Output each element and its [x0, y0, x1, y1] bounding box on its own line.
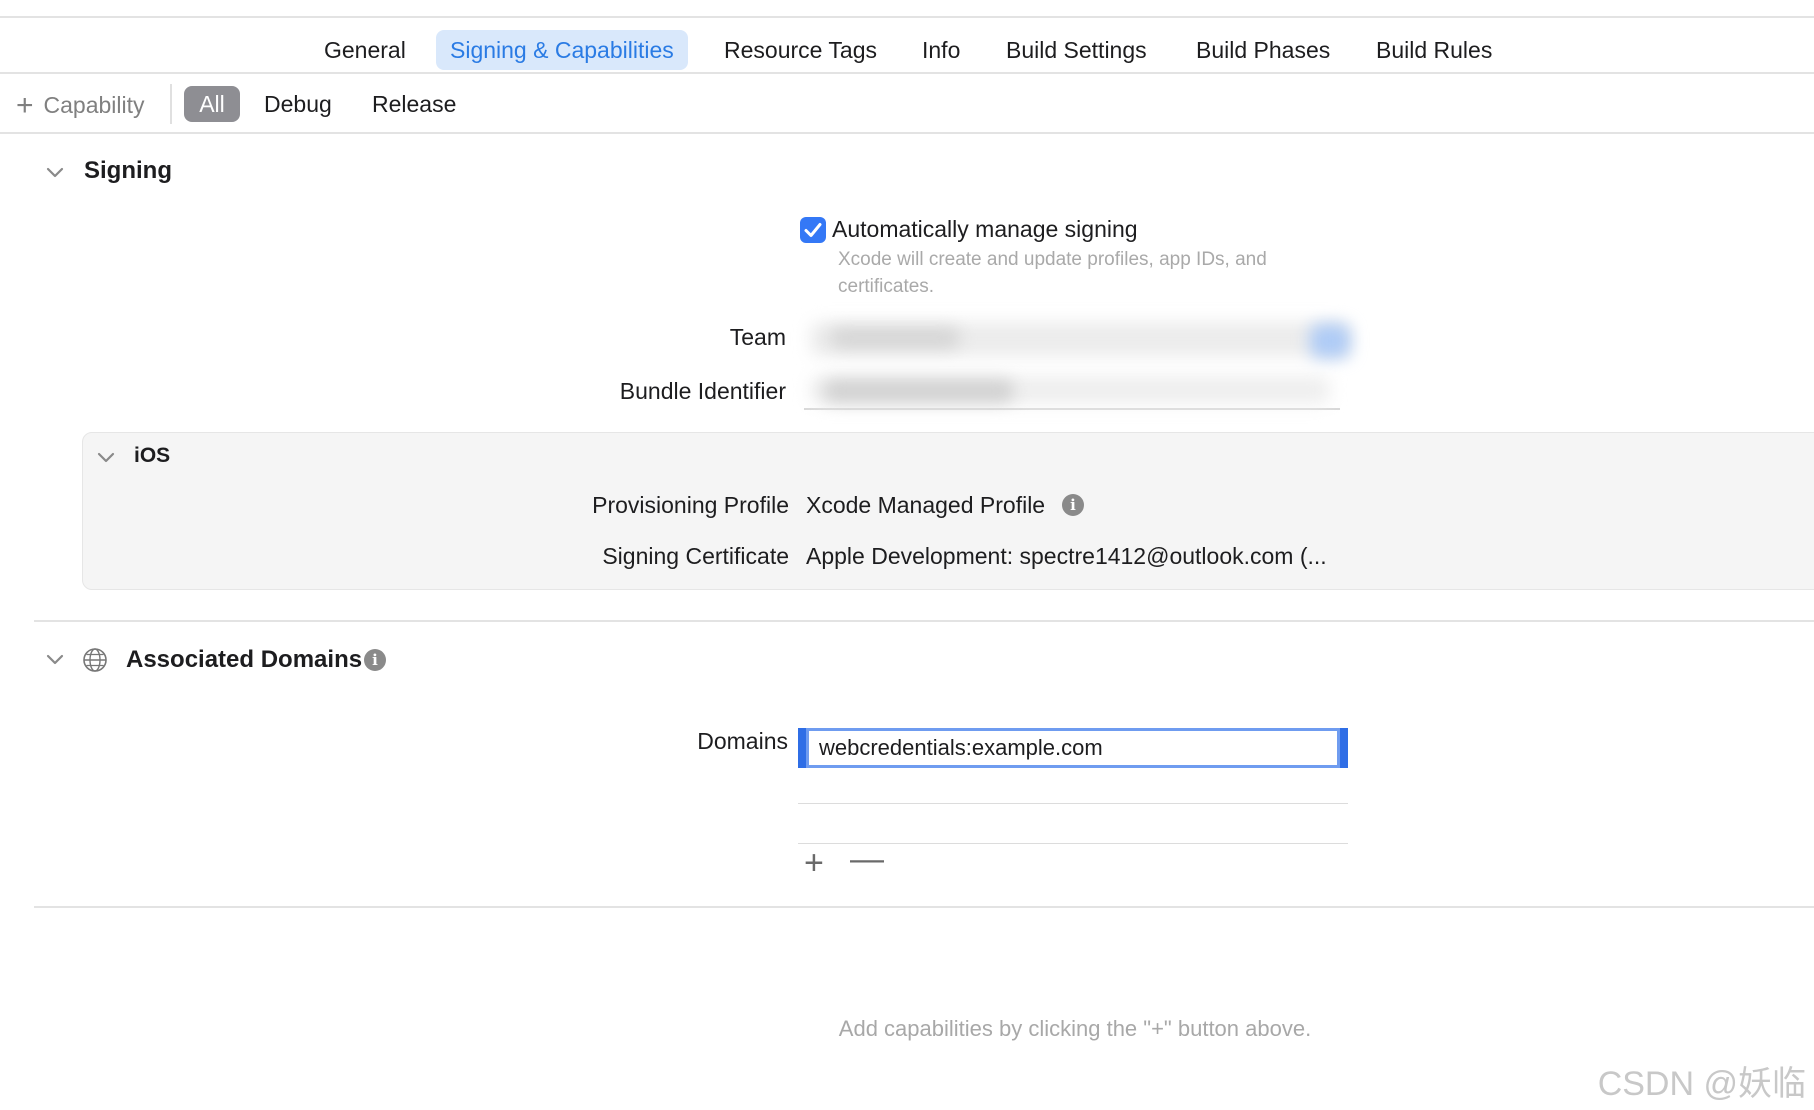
- signing-section-title: Signing: [84, 157, 172, 184]
- info-icon[interactable]: i: [1062, 494, 1084, 516]
- tab-general[interactable]: General: [310, 30, 420, 70]
- auto-manage-hint-line1: Xcode will create and update profiles, a…: [838, 249, 1267, 270]
- tab-build-settings[interactable]: Build Settings: [992, 30, 1161, 70]
- section-divider: [34, 906, 1814, 908]
- chevron-down-icon[interactable]: [44, 648, 66, 670]
- domain-row-selection-right: [1340, 728, 1348, 768]
- auto-manage-signing-checkbox[interactable]: [800, 217, 826, 243]
- chevron-down-icon[interactable]: [44, 161, 66, 183]
- checkmark-icon: [804, 223, 822, 237]
- signing-certificate-label: Signing Certificate: [602, 543, 789, 569]
- bundle-identifier-label: Bundle Identifier: [619, 378, 786, 404]
- plus-icon: +: [16, 89, 34, 122]
- add-capability-label: Capability: [43, 92, 145, 118]
- tab-signing-capabilities[interactable]: Signing & Capabilities: [436, 30, 688, 70]
- ios-section-title: iOS: [134, 444, 171, 467]
- tab-info[interactable]: Info: [908, 30, 974, 70]
- add-capability-button[interactable]: + Capability: [16, 86, 145, 122]
- auto-manage-hint-line2: certificates.: [838, 276, 935, 297]
- filter-release[interactable]: Release: [372, 86, 456, 122]
- add-capabilities-hint: Add capabilities by clicking the "+" but…: [838, 1016, 1312, 1041]
- chevron-down-icon[interactable]: [95, 446, 117, 468]
- team-label: Team: [729, 324, 786, 350]
- top-border: [0, 16, 1814, 18]
- add-domain-button[interactable]: +: [804, 846, 824, 880]
- info-icon[interactable]: i: [364, 649, 386, 671]
- watermark: CSDN @妖临: [1597, 1065, 1806, 1103]
- domain-list-row-divider: [798, 803, 1348, 804]
- filter-debug[interactable]: Debug: [264, 86, 332, 122]
- section-divider: [34, 620, 1814, 622]
- signing-certificate-value: Apple Development: spectre1412@outlook.c…: [806, 543, 1327, 569]
- tab-build-phases[interactable]: Build Phases: [1182, 30, 1344, 70]
- provisioning-profile-label: Provisioning Profile: [592, 492, 789, 518]
- filter-all[interactable]: All: [184, 86, 240, 122]
- tabs-divider: [0, 72, 1814, 74]
- domain-input[interactable]: [806, 728, 1340, 768]
- filter-divider: [0, 132, 1814, 134]
- bundle-identifier-field[interactable]: [804, 370, 1340, 410]
- team-popup[interactable]: [800, 316, 1370, 362]
- domains-label: Domains: [697, 728, 788, 754]
- tab-build-rules[interactable]: Build Rules: [1362, 30, 1506, 70]
- auto-manage-signing-label: Automatically manage signing: [832, 216, 1138, 242]
- provisioning-profile-value: Xcode Managed Profile: [806, 492, 1046, 518]
- tab-resource-tags[interactable]: Resource Tags: [710, 30, 891, 70]
- globe-icon: [82, 647, 108, 673]
- associated-domains-title: Associated Domains: [126, 646, 363, 673]
- remove-domain-button[interactable]: —: [850, 842, 884, 876]
- filter-separator: [170, 84, 172, 124]
- domain-text-input[interactable]: [809, 731, 1337, 765]
- domain-row-selection-left: [798, 728, 806, 768]
